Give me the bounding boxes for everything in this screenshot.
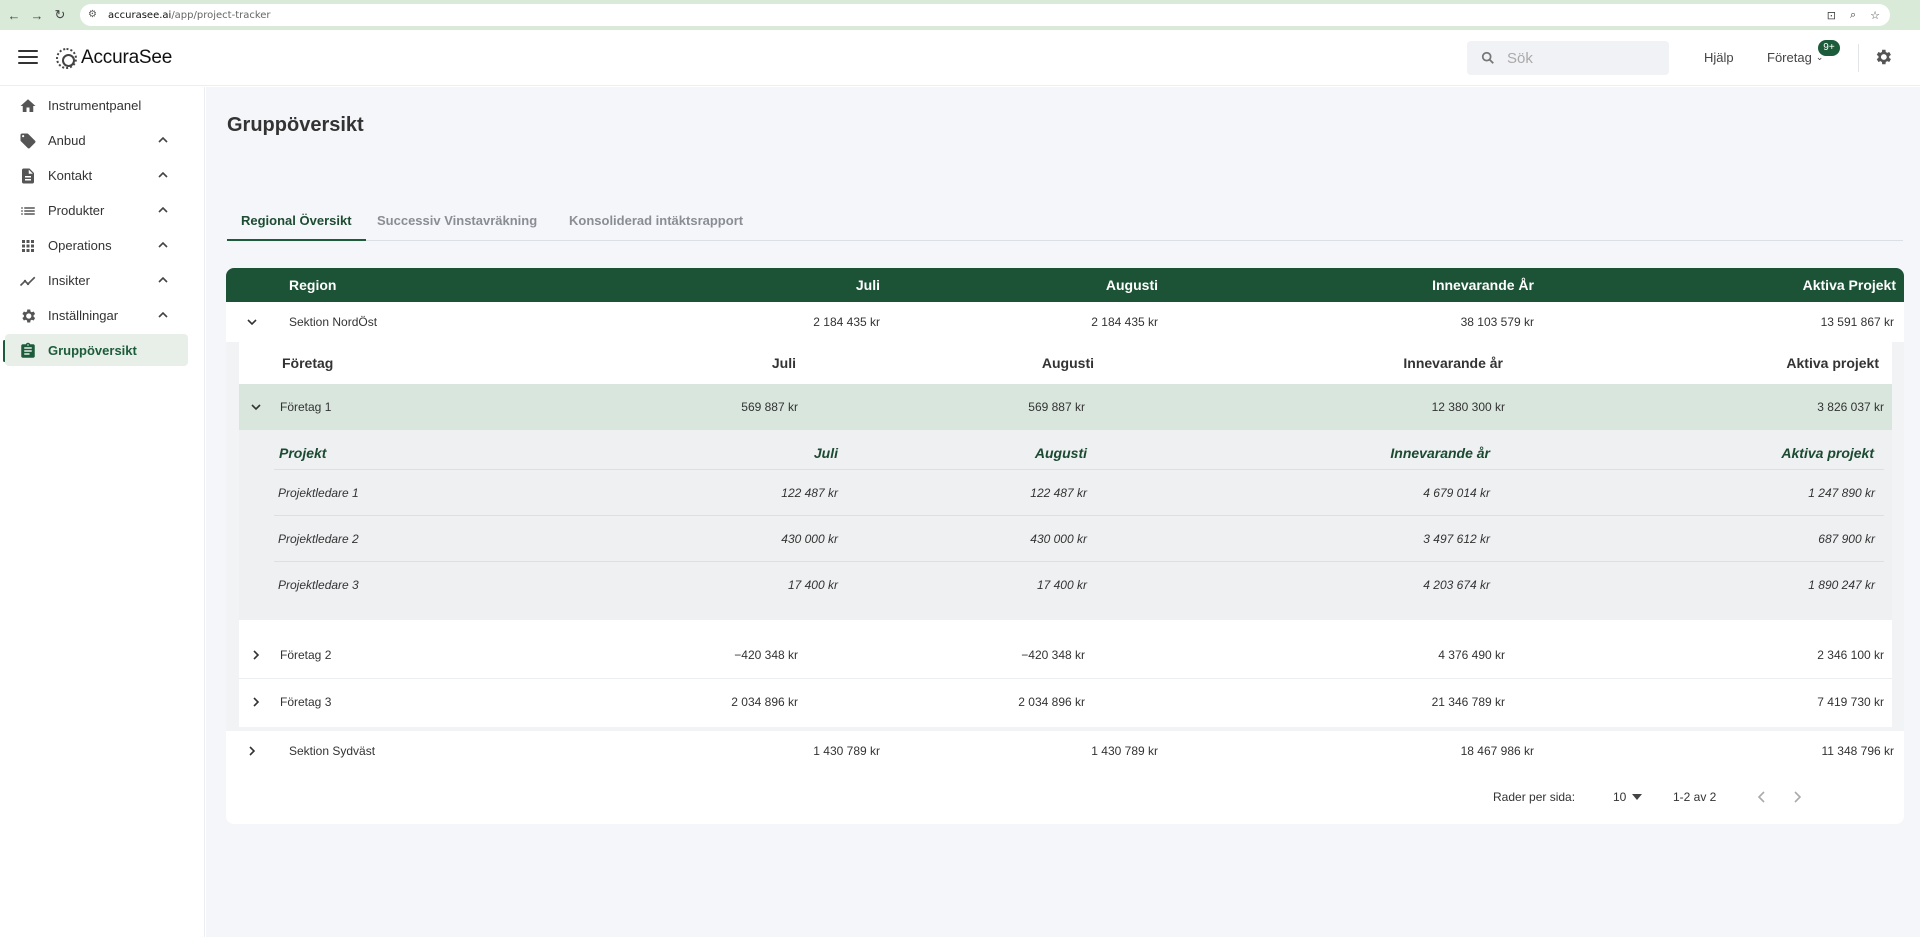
brand-logo[interactable]: AccuraSee: [56, 47, 172, 69]
search-input[interactable]: [1507, 49, 1647, 67]
main-content: Gruppöversikt Regional Översikt Successi…: [206, 87, 1920, 937]
brand-name: AccuraSee: [81, 47, 173, 68]
project-row[interactable]: Projektledare 2 430 000 kr 430 000 kr 3 …: [274, 516, 1884, 562]
project-aktiva-projekt: 687 900 kr: [1818, 531, 1875, 546]
search-box[interactable]: [1467, 41, 1669, 75]
install-app-icon[interactable]: ⊡: [1827, 9, 1836, 22]
sidebar-item-kontakt[interactable]: Kontakt: [5, 159, 188, 191]
app-header: AccuraSee Hjälp Företag ⌄ 9+: [0, 30, 1920, 86]
home-icon: [20, 99, 36, 112]
header-divider: [1858, 44, 1859, 72]
help-link[interactable]: Hjälp: [1704, 50, 1734, 65]
company-subtable: Företag Juli Augusti Innevarande år Akti…: [239, 342, 1892, 727]
browser-toolbar: ← → ↻ ⚙ accurasee.ai/app/project-tracker…: [0, 0, 1920, 30]
chevron-up-icon: [158, 136, 168, 143]
rows-per-page-label: Rader per sida:: [1493, 790, 1576, 804]
company-menu-label: Företag: [1767, 50, 1812, 65]
chevron-up-icon: [158, 276, 168, 283]
pagination: Rader per sida: 10 1-2 av 2: [1404, 772, 1904, 824]
url-path: /app/project-tracker: [171, 9, 271, 21]
search-icon: [1481, 51, 1494, 64]
sidebar-item-insikter[interactable]: Insikter: [5, 264, 188, 296]
company-aktiva-projekt: 7 419 730 kr: [1817, 694, 1884, 709]
tab-konsoliderad-intaktsrapport[interactable]: Konsoliderad intäktsrapport: [555, 211, 757, 241]
page-title: Gruppöversikt: [227, 114, 364, 136]
sidebar-item-produkter[interactable]: Produkter: [5, 194, 188, 226]
address-bar[interactable]: ⚙ accurasee.ai/app/project-tracker ⊡ ⌕ ☆: [80, 4, 1890, 26]
sidebar-item-label: Kontakt: [48, 168, 93, 183]
clipboard-icon: [21, 342, 35, 358]
company-table-header: Företag Juli Augusti Innevarande år Akti…: [239, 342, 1892, 384]
grid-icon: [22, 240, 34, 252]
logo-mark-icon: [56, 47, 77, 69]
reload-icon[interactable]: ↻: [51, 6, 69, 24]
document-icon: [22, 168, 34, 184]
forward-icon[interactable]: →: [28, 6, 46, 24]
company-aktiva-projekt: 3 826 037 kr: [1817, 400, 1884, 414]
company-aktiva-projekt: 2 346 100 kr: [1817, 648, 1884, 662]
zoom-icon[interactable]: ⌕: [1850, 8, 1856, 22]
bookmark-star-icon[interactable]: ☆: [1870, 9, 1880, 22]
notification-badge: 9+: [1818, 40, 1840, 56]
sidebar-item-instrumentpanel[interactable]: Instrumentpanel: [5, 89, 188, 121]
page-range: 1-2 av 2: [1673, 790, 1717, 804]
table-row[interactable]: Företag 2 −420 348 kr −420 348 kr 4 376 …: [239, 632, 1892, 678]
sidebar-item-label: Gruppöversikt: [48, 343, 137, 358]
company-subtable-wrapper: Företag Juli Augusti Innevarande år Akti…: [226, 342, 1904, 727]
rows-per-page-value: 10: [1613, 790, 1627, 804]
back-icon[interactable]: ←: [5, 6, 23, 24]
column-header-aktiva-projekt[interactable]: Aktiva projekt: [274, 436, 1874, 469]
project-aktiva-projekt: 1 890 247 kr: [1808, 578, 1875, 592]
region-aktiva-projekt: 13 591 867 kr: [1820, 315, 1894, 329]
project-subtable: Projekt Juli Augusti Innevarande år Akti…: [239, 430, 1892, 620]
sidebar-item-label: Instrumentpanel: [48, 98, 142, 113]
chevron-left-icon[interactable]: [1754, 789, 1770, 805]
regional-table: Region Juli Augusti Innevarande År Aktiv…: [226, 268, 1904, 824]
url-host: accurasee.ai: [108, 9, 172, 21]
table-row[interactable]: Företag 3 2 034 896 kr 2 034 896 kr 21 3…: [239, 678, 1892, 724]
project-aktiva-projekt: 1 247 890 kr: [1808, 485, 1875, 500]
menu-icon[interactable]: [18, 50, 38, 64]
table-row[interactable]: Sektion Sydväst 1 430 789 kr 1 430 789 k…: [226, 731, 1904, 771]
table-row[interactable]: Sektion NordÖst 2 184 435 kr 2 184 435 k…: [226, 302, 1904, 342]
gear-icon: [22, 309, 36, 323]
sidebar: Instrumentpanel Anbud Kontakt Produkter …: [0, 87, 205, 937]
sidebar-item-anbud[interactable]: Anbud: [5, 124, 188, 156]
chevron-up-icon: [158, 171, 168, 178]
trend-icon: [19, 276, 36, 287]
site-info-icon[interactable]: ⚙: [88, 9, 100, 21]
sidebar-item-label: Inställningar: [48, 308, 119, 323]
company-menu[interactable]: Företag ⌄: [1767, 50, 1823, 65]
sidebar-item-gruppoversikt[interactable]: Gruppöversikt: [5, 334, 188, 366]
chevron-up-icon: [158, 206, 168, 213]
table-row[interactable]: Företag 1 569 887 kr 569 887 kr 12 380 3…: [239, 384, 1892, 430]
chevron-up-icon: [158, 311, 168, 318]
sidebar-item-installningar[interactable]: Inställningar: [5, 299, 188, 331]
tag-icon: [20, 133, 36, 149]
sidebar-item-label: Produkter: [48, 203, 105, 218]
sidebar-item-label: Insikter: [48, 273, 90, 288]
sidebar-item-label: Anbud: [48, 133, 86, 148]
chevron-up-icon: [158, 241, 168, 248]
list-icon: [21, 207, 35, 215]
table-header: Region Juli Augusti Innevarande År Aktiv…: [226, 268, 1904, 302]
tab-successiv-vinstavrakning[interactable]: Successiv Vinstavräkning: [363, 211, 551, 241]
sidebar-item-operations[interactable]: Operations: [5, 229, 188, 261]
project-table-header: Projekt Juli Augusti Innevarande år Akti…: [274, 436, 1884, 470]
tab-bar: Regional Översikt Successiv Vinstavräkni…: [227, 211, 1903, 241]
chevron-right-icon[interactable]: [1789, 789, 1805, 805]
sidebar-item-label: Operations: [48, 238, 112, 253]
column-header-aktiva-projekt[interactable]: Aktiva Projekt: [226, 268, 1896, 302]
settings-gear-icon[interactable]: [1873, 47, 1893, 67]
dropdown-arrow-icon: [1632, 794, 1643, 800]
project-row[interactable]: Projektledare 3 17 400 kr 17 400 kr 4 20…: [274, 562, 1884, 608]
region-aktiva-projekt: 11 348 796 kr: [1821, 744, 1895, 758]
tab-regional-oversikt[interactable]: Regional Översikt: [227, 211, 366, 241]
rows-per-page-select[interactable]: 10: [1613, 790, 1643, 804]
project-row[interactable]: Projektledare 1 122 487 kr 122 487 kr 4 …: [274, 470, 1884, 516]
column-header-aktiva-projekt[interactable]: Aktiva projekt: [239, 342, 1879, 384]
